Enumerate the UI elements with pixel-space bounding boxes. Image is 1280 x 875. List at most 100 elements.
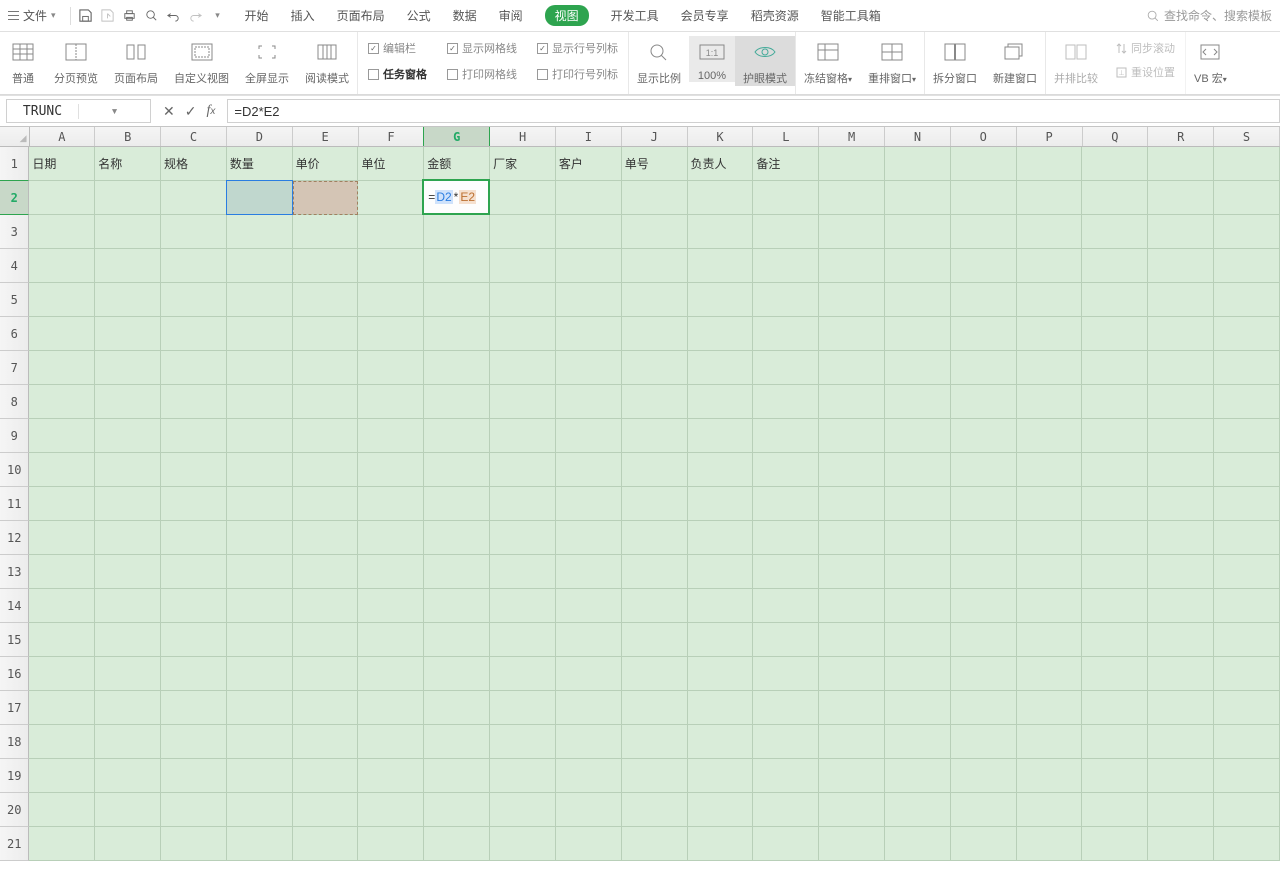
cell-F21[interactable] <box>358 827 424 861</box>
cell-I4[interactable] <box>556 249 622 283</box>
cell-D19[interactable] <box>227 759 293 793</box>
name-box-dropdown-icon[interactable]: ▾ <box>78 104 150 119</box>
cell-P5[interactable] <box>1017 283 1083 317</box>
cell-H8[interactable] <box>490 385 556 419</box>
cell-R12[interactable] <box>1148 521 1214 555</box>
cell-I14[interactable] <box>556 589 622 623</box>
cell-E17[interactable] <box>293 691 359 725</box>
cell-G14[interactable] <box>424 589 490 623</box>
cell-D3[interactable] <box>227 215 293 249</box>
cell-F17[interactable] <box>358 691 424 725</box>
cell-N15[interactable] <box>885 623 951 657</box>
cell-E14[interactable] <box>293 589 359 623</box>
cell-B5[interactable] <box>95 283 161 317</box>
cell-J13[interactable] <box>622 555 688 589</box>
arrange-windows[interactable]: 重排窗口▾ <box>860 36 924 86</box>
cell-R14[interactable] <box>1148 589 1214 623</box>
cell-G16[interactable] <box>424 657 490 691</box>
view-pagebreak[interactable]: 分页预览 <box>46 36 106 86</box>
cell-D21[interactable] <box>227 827 293 861</box>
cell-R7[interactable] <box>1148 351 1214 385</box>
cell-Q2[interactable] <box>1082 181 1148 215</box>
cell-B16[interactable] <box>95 657 161 691</box>
cell-P11[interactable] <box>1017 487 1083 521</box>
cell-N17[interactable] <box>885 691 951 725</box>
cell-P18[interactable] <box>1017 725 1083 759</box>
col-header-G[interactable]: G <box>423 127 490 146</box>
cell-G20[interactable] <box>424 793 490 827</box>
col-header-A[interactable]: A <box>30 127 96 146</box>
cell-I2[interactable] <box>556 181 622 215</box>
cell-H20[interactable] <box>490 793 556 827</box>
cell-O3[interactable] <box>951 215 1017 249</box>
cell-C4[interactable] <box>161 249 227 283</box>
cell-F19[interactable] <box>358 759 424 793</box>
cell-I20[interactable] <box>556 793 622 827</box>
cell-A20[interactable] <box>29 793 95 827</box>
chk-print-gridlines[interactable]: 打印网格线 <box>447 66 517 82</box>
cell-P1[interactable] <box>1017 147 1083 181</box>
chk-editbar[interactable]: ✓编辑栏 <box>368 40 427 56</box>
col-header-O[interactable]: O <box>951 127 1017 146</box>
col-header-L[interactable]: L <box>753 127 819 146</box>
cell-P4[interactable] <box>1017 249 1083 283</box>
cell-L17[interactable] <box>753 691 819 725</box>
cell-A2[interactable] <box>29 181 95 215</box>
cell-O20[interactable] <box>951 793 1017 827</box>
cell-O14[interactable] <box>951 589 1017 623</box>
cell-G11[interactable] <box>424 487 490 521</box>
cell-A4[interactable] <box>29 249 95 283</box>
cell-K14[interactable] <box>688 589 754 623</box>
cell-R8[interactable] <box>1148 385 1214 419</box>
cell-E18[interactable] <box>293 725 359 759</box>
cell-O7[interactable] <box>951 351 1017 385</box>
cell-L20[interactable] <box>753 793 819 827</box>
view-normal[interactable]: 普通 <box>0 36 46 86</box>
cell-O10[interactable] <box>951 453 1017 487</box>
cell-S18[interactable] <box>1214 725 1280 759</box>
undo-icon[interactable] <box>163 5 185 27</box>
cell-D5[interactable] <box>227 283 293 317</box>
row-header-20[interactable]: 20 <box>0 793 29 827</box>
cell-K13[interactable] <box>688 555 754 589</box>
cell-P21[interactable] <box>1017 827 1083 861</box>
cell-L6[interactable] <box>753 317 819 351</box>
cell-F15[interactable] <box>358 623 424 657</box>
qat-dropdown-icon[interactable]: ▾ <box>207 5 229 27</box>
cell-E5[interactable] <box>293 283 359 317</box>
cell-Q7[interactable] <box>1082 351 1148 385</box>
cell-N8[interactable] <box>885 385 951 419</box>
cell-F9[interactable] <box>358 419 424 453</box>
cell-E4[interactable] <box>293 249 359 283</box>
freeze-panes[interactable]: 冻结窗格▾ <box>796 36 860 86</box>
cell-M10[interactable] <box>819 453 885 487</box>
cell-F11[interactable] <box>358 487 424 521</box>
cell-S20[interactable] <box>1214 793 1280 827</box>
tab-data[interactable]: 数据 <box>453 5 477 26</box>
cell-I8[interactable] <box>556 385 622 419</box>
cell-D14[interactable] <box>227 589 293 623</box>
cell-C14[interactable] <box>161 589 227 623</box>
cell-D6[interactable] <box>227 317 293 351</box>
cell-J21[interactable] <box>622 827 688 861</box>
cell-A15[interactable] <box>29 623 95 657</box>
cell-N10[interactable] <box>885 453 951 487</box>
cell-S1[interactable] <box>1214 147 1280 181</box>
split-window[interactable]: 拆分窗口 <box>925 36 985 86</box>
cell-L21[interactable] <box>753 827 819 861</box>
cell-E10[interactable] <box>293 453 359 487</box>
cell-H18[interactable] <box>490 725 556 759</box>
cell-S6[interactable] <box>1214 317 1280 351</box>
cell-F5[interactable] <box>358 283 424 317</box>
cell-M11[interactable] <box>819 487 885 521</box>
cell-Q1[interactable] <box>1082 147 1148 181</box>
cell-A13[interactable] <box>29 555 95 589</box>
cell-B13[interactable] <box>95 555 161 589</box>
row-header-1[interactable]: 1 <box>0 147 29 181</box>
cell-N7[interactable] <box>885 351 951 385</box>
cell-K18[interactable] <box>688 725 754 759</box>
cell-K16[interactable] <box>688 657 754 691</box>
col-header-M[interactable]: M <box>819 127 885 146</box>
cell-Q4[interactable] <box>1082 249 1148 283</box>
cell-R10[interactable] <box>1148 453 1214 487</box>
